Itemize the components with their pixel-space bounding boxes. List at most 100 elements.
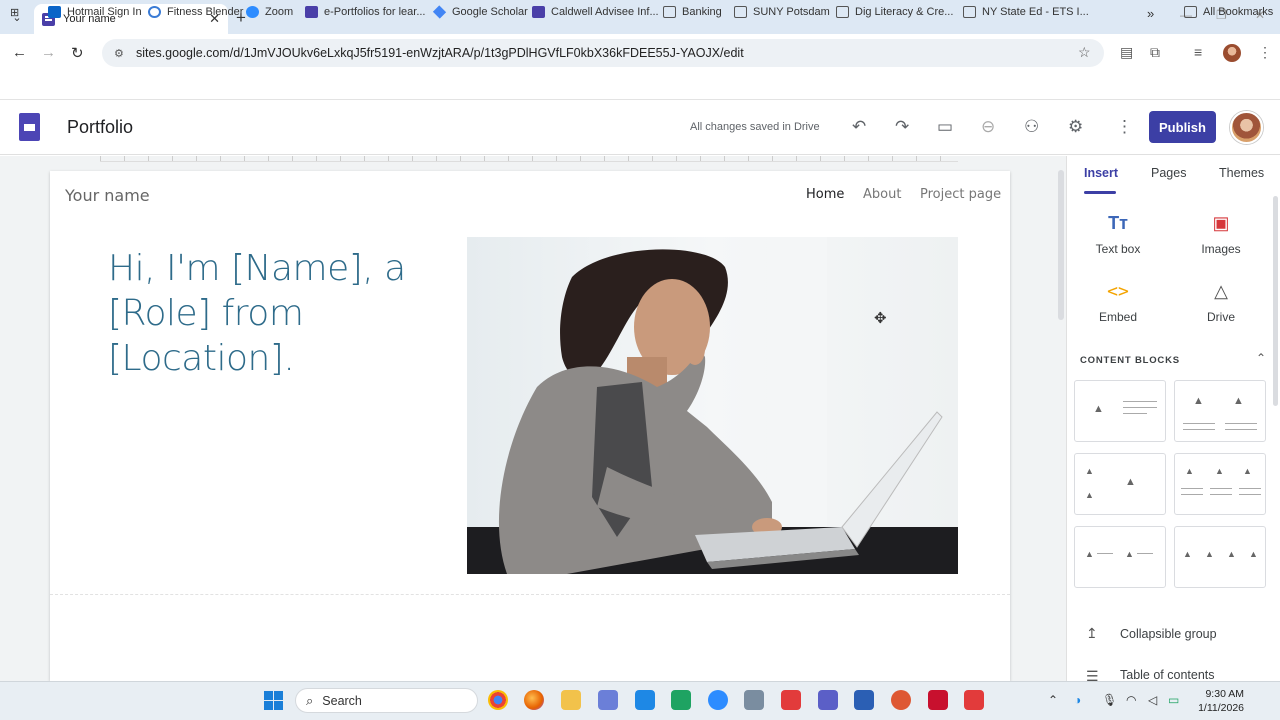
- bookmark-folder-suny[interactable]: SUNY Potsdam: [734, 6, 830, 18]
- notepad-icon[interactable]: [671, 690, 691, 710]
- bookmark-folder-ny-state[interactable]: NY State Ed - ETS I...: [963, 6, 1089, 18]
- nav-about[interactable]: About: [863, 187, 901, 202]
- tab-themes[interactable]: Themes: [1219, 166, 1264, 180]
- text-box-icon[interactable]: Tт: [1098, 213, 1138, 234]
- chrome-icon[interactable]: [488, 690, 508, 710]
- woman-with-laptop-illustration: [467, 237, 958, 574]
- bookmark-caldwell[interactable]: Caldwell Advisee Inf...: [532, 6, 659, 18]
- bookmarks-overflow-icon[interactable]: »: [1147, 6, 1154, 21]
- battery-icon[interactable]: ▭: [1168, 693, 1179, 707]
- tray-overflow-icon[interactable]: ⌃: [1048, 693, 1058, 707]
- more-options-icon[interactable]: ⋮: [1116, 117, 1133, 137]
- insert-table-of-contents[interactable]: ☰ Table of contents: [1086, 668, 1215, 681]
- clock-date: 1/11/2026: [1198, 702, 1244, 714]
- media-controls-icon[interactable]: ≡: [1194, 44, 1202, 60]
- taskbar-search[interactable]: ⌕ Search: [295, 688, 478, 713]
- nav-home[interactable]: Home: [806, 187, 844, 202]
- panel-scrollbar[interactable]: [1273, 196, 1278, 406]
- insert-images[interactable]: Images: [1181, 242, 1261, 256]
- bookmark-google-scholar[interactable]: Google Scholar: [432, 5, 528, 19]
- volume-icon[interactable]: ◁: [1148, 693, 1157, 707]
- content-block-four-images[interactable]: ▲ ▲ ▲ ▲: [1174, 526, 1266, 588]
- tab-pages[interactable]: Pages: [1151, 166, 1186, 180]
- bookmark-fitness-blender[interactable]: Fitness Blender: [148, 6, 243, 18]
- hero-image[interactable]: [467, 237, 958, 574]
- redo-icon[interactable]: ↷: [895, 117, 909, 137]
- zotero-icon[interactable]: [781, 690, 801, 710]
- bookmark-hotmail[interactable]: Hotmail Sign In: [48, 6, 142, 18]
- image-icon[interactable]: ▣: [1201, 213, 1241, 234]
- site-info-icon[interactable]: ⚙: [114, 47, 126, 60]
- apps-grid-icon[interactable]: ⊞: [10, 6, 19, 19]
- teams-icon[interactable]: [818, 690, 838, 710]
- insert-text-box[interactable]: Text box: [1078, 242, 1158, 256]
- content-block-two-images-text[interactable]: ▲ ▲: [1174, 380, 1266, 442]
- scholar-icon: [432, 5, 447, 19]
- bookmark-zoom[interactable]: Zoom: [246, 6, 293, 18]
- search-icon: ⌕: [306, 692, 314, 708]
- taskbar-clock[interactable]: 9:30 AM 1/11/2026: [1196, 687, 1244, 715]
- insert-collapsible-group[interactable]: ↥ Collapsible group: [1086, 625, 1217, 642]
- folder-icon: [663, 6, 676, 18]
- clock-time: 9:30 AM: [1205, 688, 1244, 700]
- profile-avatar-small[interactable]: [1223, 44, 1241, 62]
- all-bookmarks[interactable]: All Bookmarks: [1184, 6, 1273, 18]
- settings-gear-icon[interactable]: ⚙: [1068, 117, 1083, 137]
- insert-embed[interactable]: Embed: [1078, 310, 1158, 324]
- extensions-icon[interactable]: ⧉: [1150, 44, 1160, 61]
- bookmark-star-icon[interactable]: ☆: [1078, 44, 1091, 61]
- drive-icon[interactable]: △: [1201, 281, 1241, 302]
- snipping-tool-icon[interactable]: [598, 690, 618, 710]
- zoom-app-icon[interactable]: [708, 690, 728, 710]
- share-add-person-icon[interactable]: ⚇: [1024, 117, 1039, 137]
- tab-insert[interactable]: Insert: [1084, 166, 1118, 180]
- sites-header: [0, 100, 1280, 155]
- site-name-heading[interactable]: Your name: [65, 186, 150, 205]
- address-bar[interactable]: ⚙ sites.google.com/d/1JmVJOUkv6eLxkqJ5fr…: [102, 39, 1104, 67]
- content-block-image-text-pairs[interactable]: ▲ ▲: [1074, 526, 1166, 588]
- insert-drive[interactable]: Drive: [1181, 310, 1261, 324]
- acrobat-icon[interactable]: [928, 690, 948, 710]
- folder-icon: [836, 6, 849, 18]
- document-title[interactable]: Portfolio: [67, 117, 133, 138]
- file-explorer-icon[interactable]: [561, 690, 581, 710]
- word-icon[interactable]: [854, 690, 874, 710]
- back-arrow-icon[interactable]: ←: [12, 44, 27, 61]
- undo-icon[interactable]: ↶: [852, 117, 866, 137]
- content-block-three-images-text[interactable]: ▲ ▲ ▲: [1174, 453, 1266, 515]
- reload-icon[interactable]: ↻: [71, 44, 84, 62]
- zotero-alt-icon[interactable]: [964, 690, 984, 710]
- folder-icon: [963, 6, 976, 18]
- browser-menu-icon[interactable]: ⋮: [1258, 44, 1272, 61]
- duckduckgo-icon[interactable]: [891, 690, 911, 710]
- bookmark-eportfolios[interactable]: e-Portfolios for lear...: [305, 6, 426, 18]
- hero-heading[interactable]: Hi, I'm [Name], a [Role] from [Location]…: [108, 246, 438, 381]
- onedrive-icon[interactable]: ◑: [1074, 693, 1081, 707]
- section-divider: [50, 594, 1010, 595]
- bookmark-folder-dig-literacy[interactable]: Dig Literacy & Cre...: [836, 6, 953, 18]
- move-crosshair-icon[interactable]: ✥: [874, 309, 887, 327]
- wifi-icon[interactable]: ◠: [1126, 693, 1136, 707]
- account-avatar[interactable]: [1230, 111, 1263, 144]
- publish-button[interactable]: Publish: [1149, 111, 1216, 143]
- bookmark-folder-banking[interactable]: Banking: [663, 6, 722, 18]
- nav-project-page[interactable]: Project page: [920, 187, 1001, 202]
- sites-icon: [305, 6, 318, 18]
- sites-icon: [532, 6, 545, 18]
- content-block-image-text[interactable]: ▲: [1074, 380, 1166, 442]
- microphone-icon[interactable]: 🎙: [1102, 693, 1117, 707]
- preview-devices-icon[interactable]: ▭: [937, 117, 953, 137]
- settings-app-icon[interactable]: [635, 690, 655, 710]
- copy-link-icon[interactable]: ⊖: [981, 117, 995, 137]
- calculator-icon[interactable]: [744, 690, 764, 710]
- windows-start-icon[interactable]: [264, 691, 283, 710]
- collapse-chevron-icon[interactable]: ⌃: [1256, 351, 1266, 365]
- canvas-scrollbar[interactable]: [1058, 170, 1064, 320]
- forward-arrow-icon[interactable]: →: [41, 44, 56, 61]
- firefox-icon[interactable]: [524, 690, 544, 710]
- google-sites-logo-icon[interactable]: [19, 113, 40, 141]
- content-block-image-grid[interactable]: ▲ ▲ ▲: [1074, 453, 1166, 515]
- embed-icon[interactable]: <>: [1098, 281, 1138, 302]
- reading-mode-icon[interactable]: ▤: [1120, 44, 1133, 61]
- table-of-contents-icon: ☰: [1086, 668, 1099, 681]
